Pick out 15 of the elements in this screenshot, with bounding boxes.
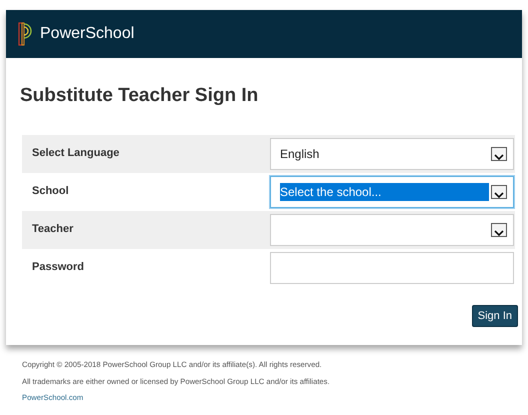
caret-icon xyxy=(491,222,507,236)
password-field[interactable] xyxy=(270,252,514,284)
field-label: Select Language xyxy=(31,146,120,162)
logo-icon xyxy=(18,22,32,46)
field-label: Password xyxy=(31,260,85,276)
field-label: School xyxy=(31,184,70,200)
caret-icon xyxy=(491,184,507,198)
sign-in-button[interactable]: Sign In xyxy=(472,304,518,327)
brand-name: PowerSchool xyxy=(40,24,134,44)
dropdown-field[interactable]: English xyxy=(270,138,514,170)
caret-icon xyxy=(491,146,507,160)
dropdown-field[interactable]: Select the school... xyxy=(270,176,514,208)
field-label: Teacher xyxy=(31,222,74,238)
page-title: Substitute Teacher Sign In xyxy=(20,84,260,108)
dropdown-field[interactable] xyxy=(270,214,514,246)
